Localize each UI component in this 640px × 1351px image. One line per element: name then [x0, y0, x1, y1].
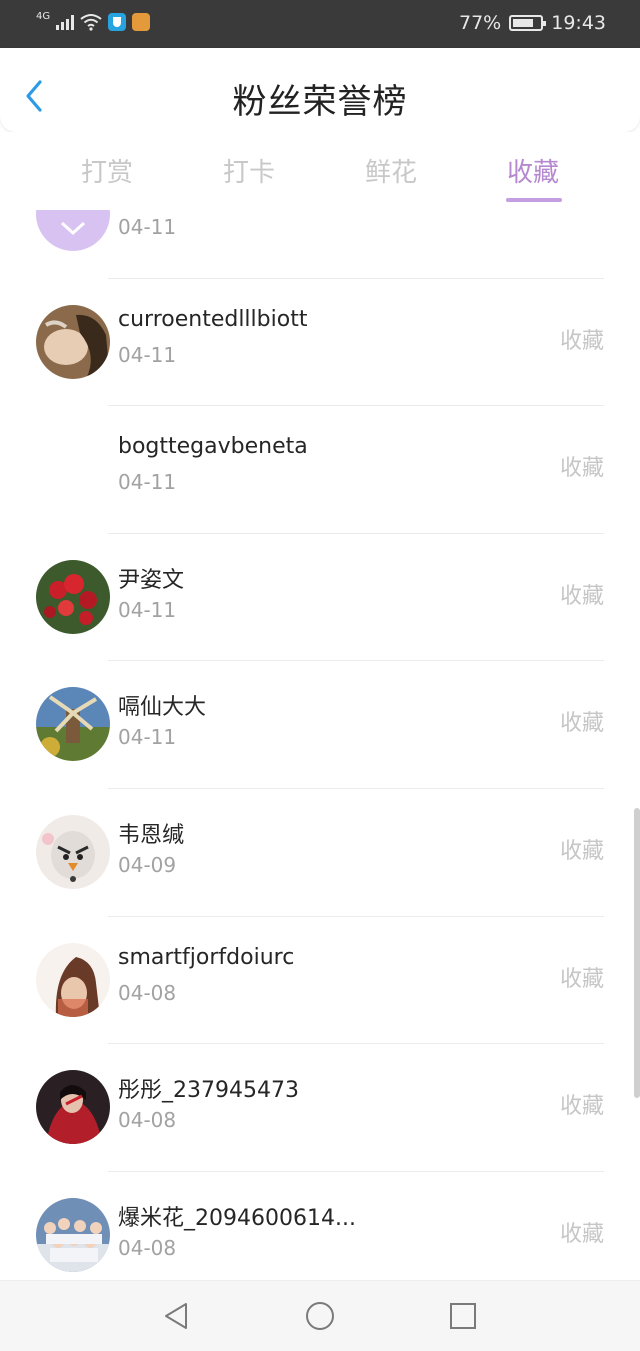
- wifi-icon: [80, 14, 102, 31]
- user-name: smartfjorfdoiurc: [118, 944, 295, 970]
- shield-app-icon: [108, 13, 127, 31]
- list-item[interactable]: bogttegavbeneta 04-11 收藏: [0, 406, 640, 534]
- network-type: 4G: [36, 10, 51, 22]
- favorite-action[interactable]: 收藏: [560, 1088, 604, 1120]
- favorite-action[interactable]: 收藏: [560, 1216, 604, 1248]
- app-notification-icon: [132, 13, 151, 31]
- page-title: 粉丝荣誉榜: [232, 82, 408, 122]
- triangle-back-icon[interactable]: [162, 1301, 192, 1331]
- square-recents-icon[interactable]: [448, 1301, 478, 1331]
- favorite-action[interactable]: 收藏: [560, 705, 604, 737]
- user-name: 爆米花_2094600614...: [118, 1205, 356, 1231]
- signal-icon: [56, 14, 75, 30]
- scrollbar[interactable]: [634, 808, 640, 1098]
- avatar[interactable]: [36, 687, 110, 762]
- avatar[interactable]: [36, 210, 110, 251]
- date-label: 04-11: [118, 597, 177, 622]
- status-icons-left: 4G: [36, 10, 151, 31]
- fan-list[interactable]: 04-11 curroentedlllbiott 04-11 收藏 bogtte…: [0, 210, 640, 1280]
- clock: 19:43: [551, 12, 606, 34]
- avatar[interactable]: [36, 432, 110, 506]
- date-label: 04-11: [118, 725, 177, 750]
- avatar[interactable]: [36, 304, 110, 379]
- circle-home-icon[interactable]: [305, 1301, 335, 1331]
- list-item[interactable]: 彤彤_237945473 04-08 收藏: [0, 1044, 640, 1172]
- tab-tips[interactable]: 打赏: [52, 152, 162, 189]
- list-item[interactable]: 04-11: [0, 210, 640, 279]
- battery-fill: [513, 19, 534, 27]
- tab-favorites[interactable]: 收藏: [478, 152, 588, 189]
- user-name: curroentedlllbiott: [118, 306, 308, 332]
- user-name: bogttegavbeneta: [118, 434, 308, 460]
- date-label: 04-09: [118, 852, 177, 877]
- favorite-action[interactable]: 收藏: [560, 450, 604, 482]
- date-label: 04-08: [118, 980, 177, 1005]
- app-header: 粉丝荣誉榜: [0, 48, 640, 132]
- system-nav-bar: [0, 1280, 640, 1351]
- tab-bar: 打赏 打卡 鲜花 收藏: [0, 132, 640, 210]
- date-label: 04-11: [118, 215, 177, 239]
- list-item[interactable]: smartfjorfdoiurc 04-08 收藏: [0, 917, 640, 1045]
- favorite-action[interactable]: 收藏: [560, 961, 604, 993]
- list-item[interactable]: 嗝仙大大 04-11 收藏: [0, 661, 640, 789]
- user-name: 彤彤_237945473: [118, 1078, 299, 1104]
- user-name: 韦恩缄: [118, 822, 185, 848]
- favorite-action[interactable]: 收藏: [560, 578, 604, 610]
- status-bar: 4G 77% 19:43: [0, 0, 640, 48]
- avatar[interactable]: [36, 559, 110, 634]
- list-item[interactable]: 爆米花_2094600614... 04-08 收藏: [0, 1172, 640, 1280]
- avatar[interactable]: [36, 942, 110, 1017]
- user-name: 嗝仙大大: [118, 695, 207, 721]
- favorite-action[interactable]: 收藏: [560, 833, 604, 865]
- list-item[interactable]: curroentedlllbiott 04-11 收藏: [0, 279, 640, 407]
- tab-flowers[interactable]: 鲜花: [336, 152, 446, 189]
- user-name: 尹姿文: [118, 567, 185, 593]
- active-tab-indicator: [506, 198, 562, 202]
- avatar[interactable]: [36, 1197, 110, 1272]
- date-label: 04-08: [118, 1108, 177, 1133]
- date-label: 04-11: [118, 342, 177, 367]
- date-label: 04-11: [118, 470, 177, 495]
- tab-checkin[interactable]: 打卡: [194, 152, 304, 189]
- status-icons-right: 77% 19:43: [459, 12, 606, 34]
- list-item[interactable]: 尹姿文 04-11 收藏: [0, 534, 640, 662]
- avatar[interactable]: [36, 1070, 110, 1145]
- date-label: 04-08: [118, 1235, 177, 1260]
- battery-icon: [509, 15, 547, 31]
- battery-percent: 77%: [459, 12, 502, 34]
- favorite-action[interactable]: 收藏: [560, 323, 604, 355]
- list-item[interactable]: 韦恩缄 04-09 收藏: [0, 789, 640, 917]
- avatar[interactable]: [36, 814, 110, 889]
